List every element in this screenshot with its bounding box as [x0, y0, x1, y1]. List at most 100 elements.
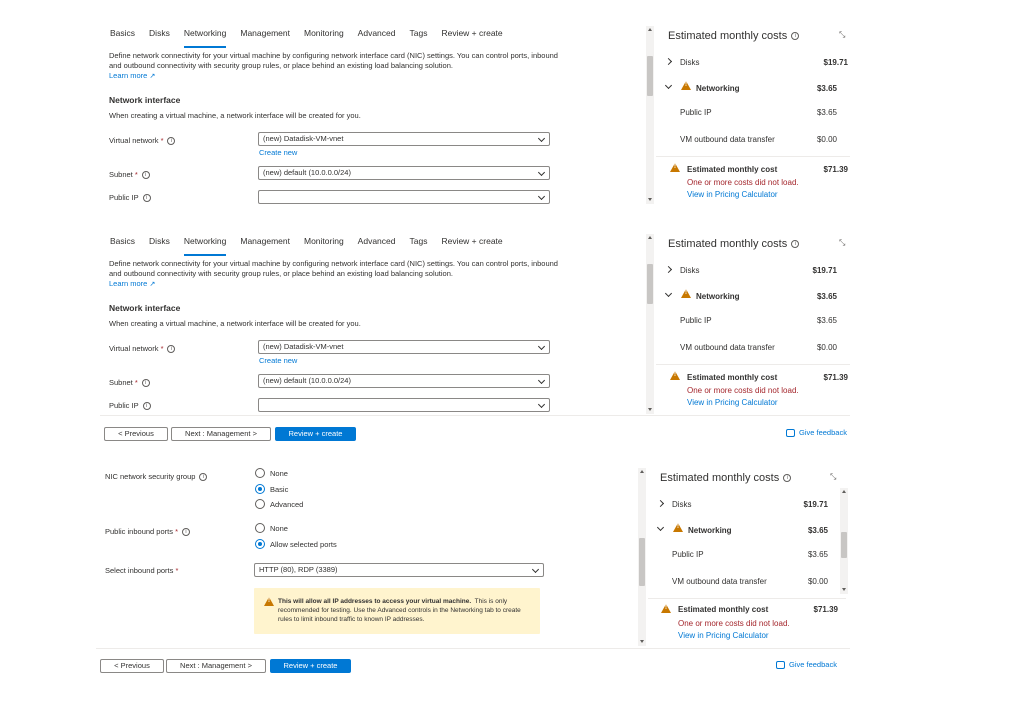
- public-inbound-label-text: Public inbound ports: [105, 527, 173, 536]
- info-icon[interactable]: i: [791, 240, 800, 249]
- info-icon[interactable]: i: [142, 402, 151, 411]
- info-icon[interactable]: i: [791, 32, 800, 41]
- public-ip-cost-value: $3.65: [816, 316, 837, 325]
- tab-tags[interactable]: Tags: [409, 28, 427, 44]
- virtual-network-label: Virtual network * i: [109, 136, 176, 146]
- networking-row-value: $3.65: [816, 292, 837, 301]
- scrollbar[interactable]: [646, 26, 654, 204]
- pricing-calculator-link[interactable]: View in Pricing Calculator: [678, 631, 769, 640]
- tab-monitoring[interactable]: Monitoring: [304, 28, 344, 44]
- tab-basics[interactable]: Basics: [110, 28, 135, 44]
- chevron-right-icon[interactable]: [664, 265, 673, 274]
- outbound-cost-value: $0.00: [816, 135, 837, 144]
- review-create-button[interactable]: Review + create: [275, 427, 356, 441]
- public-ip-dropdown[interactable]: [258, 398, 550, 412]
- scroll-down-icon[interactable]: [842, 588, 846, 591]
- collapse-icon[interactable]: ⤡: [830, 472, 836, 482]
- scrollbar-thumb[interactable]: [639, 538, 645, 586]
- inbound-none-radio[interactable]: [255, 523, 265, 533]
- tab-management[interactable]: Management: [240, 236, 290, 252]
- chevron-down-icon[interactable]: [656, 523, 665, 532]
- subnet-dropdown[interactable]: (new) default (10.0.0.0/24): [258, 374, 550, 388]
- virtual-network-dropdown[interactable]: (new) Datadisk-VM-vnet: [258, 340, 550, 354]
- info-icon[interactable]: i: [141, 379, 150, 388]
- previous-button[interactable]: < Previous: [104, 427, 168, 441]
- inbound-allow-radio[interactable]: [255, 539, 265, 549]
- scroll-up-icon[interactable]: [640, 470, 644, 473]
- info-icon[interactable]: i: [167, 345, 176, 354]
- network-interface-note: When creating a virtual machine, a netwo…: [109, 319, 361, 328]
- scroll-up-icon[interactable]: [648, 28, 652, 31]
- virtual-network-value: (new) Datadisk-VM-vnet: [263, 134, 344, 143]
- info-icon[interactable]: i: [142, 194, 151, 203]
- scrollbar[interactable]: [638, 468, 646, 646]
- public-ip-dropdown[interactable]: [258, 190, 550, 204]
- tab-basics[interactable]: Basics: [110, 236, 135, 252]
- info-icon[interactable]: i: [199, 473, 208, 482]
- feedback-label: Give feedback: [789, 660, 837, 669]
- network-interface-note: When creating a virtual machine, a netwo…: [109, 111, 361, 120]
- scrollbar[interactable]: [646, 234, 654, 414]
- next-management-button[interactable]: Next : Management >: [166, 659, 266, 673]
- chevron-down-icon: [531, 565, 540, 574]
- tab-management[interactable]: Management: [240, 28, 290, 44]
- inbound-ports-dropdown[interactable]: HTTP (80), RDP (3389): [254, 563, 544, 577]
- next-button-label: Next : Management >: [185, 429, 257, 438]
- chevron-down-icon[interactable]: [664, 81, 673, 90]
- virtual-network-dropdown[interactable]: (new) Datadisk-VM-vnet: [258, 132, 550, 146]
- tab-networking[interactable]: Networking: [183, 28, 226, 48]
- info-icon[interactable]: i: [167, 137, 176, 146]
- subnet-value: (new) default (10.0.0.0/24): [263, 168, 351, 177]
- nsg-advanced-radio[interactable]: [255, 499, 265, 509]
- warning-icon: !: [681, 289, 691, 298]
- give-feedback-link[interactable]: Give feedback: [786, 428, 847, 438]
- chevron-right-icon[interactable]: [656, 499, 665, 508]
- public-ip-label: Public IP i: [109, 193, 151, 203]
- cost-panel-title: Estimated monthly costs i: [668, 238, 800, 250]
- review-create-button[interactable]: Review + create: [270, 659, 351, 673]
- disks-row-value: $19.71: [803, 500, 828, 509]
- give-feedback-link[interactable]: Give feedback: [776, 660, 837, 670]
- scrollbar-thumb[interactable]: [647, 56, 653, 96]
- tab-networking[interactable]: Networking: [183, 236, 226, 256]
- pricing-calculator-link[interactable]: View in Pricing Calculator: [687, 190, 778, 199]
- scroll-up-icon[interactable]: [842, 490, 846, 493]
- tab-disks[interactable]: Disks: [149, 236, 170, 252]
- scroll-up-icon[interactable]: [648, 236, 652, 239]
- scroll-down-icon[interactable]: [640, 640, 644, 643]
- collapse-icon[interactable]: ⤡: [839, 238, 845, 248]
- pricing-calculator-link[interactable]: View in Pricing Calculator: [687, 398, 778, 407]
- scroll-down-icon[interactable]: [648, 408, 652, 411]
- chevron-down-icon[interactable]: [664, 289, 673, 298]
- tab-advanced[interactable]: Advanced: [358, 28, 396, 44]
- description-text: Define network connectivity for your vir…: [109, 259, 558, 278]
- collapse-icon[interactable]: ⤡: [839, 30, 845, 40]
- estimated-cost-value: $71.39: [823, 165, 848, 174]
- learn-more-link[interactable]: Learn more: [109, 279, 147, 288]
- create-new-link[interactable]: Create new: [259, 148, 297, 157]
- tab-disks[interactable]: Disks: [149, 28, 170, 44]
- create-new-link[interactable]: Create new: [259, 356, 297, 365]
- info-icon[interactable]: i: [783, 474, 792, 483]
- info-icon[interactable]: i: [181, 528, 190, 537]
- learn-more-link[interactable]: Learn more: [109, 71, 147, 80]
- nsg-none-radio[interactable]: [255, 468, 265, 478]
- cost-scrollbar[interactable]: [840, 488, 848, 594]
- tab-tags[interactable]: Tags: [409, 236, 427, 252]
- next-management-button[interactable]: Next : Management >: [171, 427, 271, 441]
- public-inbound-label: Public inbound ports * i: [105, 527, 190, 537]
- previous-button[interactable]: < Previous: [100, 659, 164, 673]
- nsg-basic-radio[interactable]: [255, 484, 265, 494]
- chevron-down-icon: [537, 376, 546, 385]
- scrollbar-thumb[interactable]: [647, 264, 653, 304]
- subnet-dropdown[interactable]: (new) default (10.0.0.0/24): [258, 166, 550, 180]
- tab-review-create[interactable]: Review + create: [441, 236, 502, 252]
- scroll-down-icon[interactable]: [648, 198, 652, 201]
- scrollbar-thumb[interactable]: [841, 532, 847, 558]
- tab-monitoring[interactable]: Monitoring: [304, 236, 344, 252]
- tab-advanced[interactable]: Advanced: [358, 236, 396, 252]
- chevron-right-icon[interactable]: [664, 57, 673, 66]
- public-ip-cost-label: Public IP: [680, 316, 712, 325]
- tab-review-create[interactable]: Review + create: [441, 28, 502, 44]
- info-icon[interactable]: i: [141, 171, 150, 180]
